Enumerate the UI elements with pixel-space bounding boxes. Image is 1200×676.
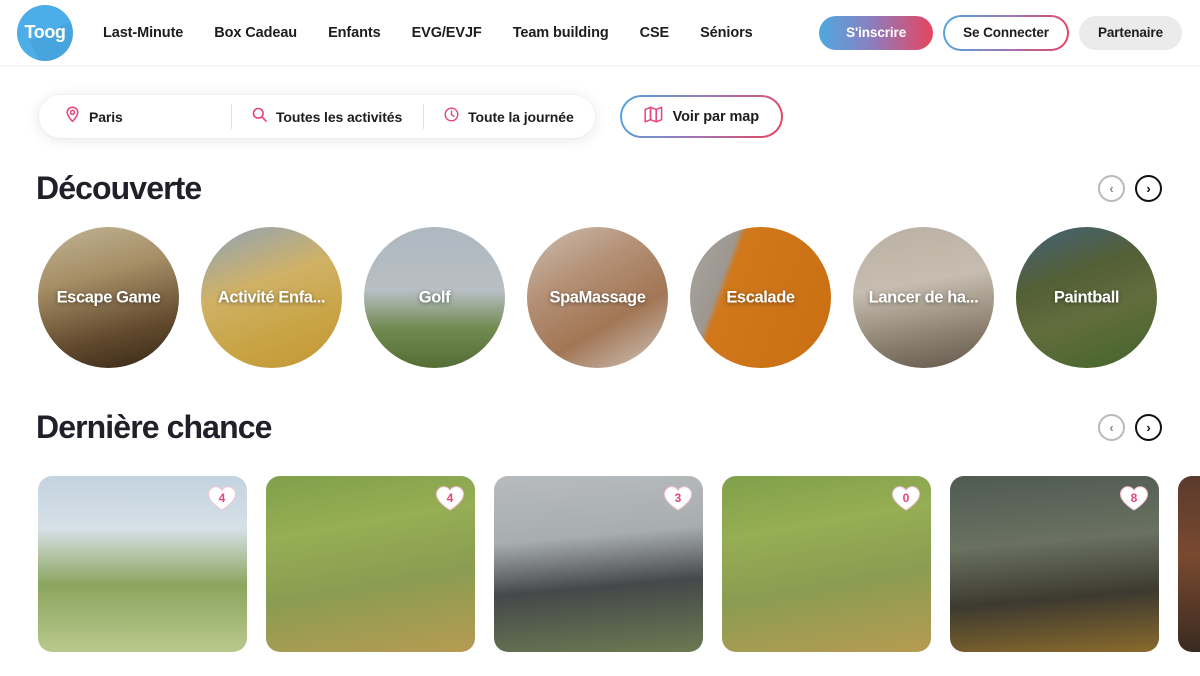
carousel-next-icon-derniere-chance[interactable]: › bbox=[1135, 414, 1162, 441]
activity-card[interactable]: 4 bbox=[266, 476, 475, 652]
nav-item-enfants[interactable]: Enfants bbox=[328, 25, 381, 41]
heart-badge-icon: 8 bbox=[1119, 485, 1149, 512]
map-pin-icon bbox=[65, 105, 80, 128]
nav-item-evg-evjf[interactable]: EVG/EVJF bbox=[412, 25, 482, 41]
nav-item-box-cadeau[interactable]: Box Cadeau bbox=[214, 25, 297, 41]
page-title-decouverte: Découverte bbox=[36, 170, 202, 206]
search-bar: Paris Toutes les activités Toute la jour… bbox=[39, 95, 595, 138]
search-location-value: Paris bbox=[89, 108, 123, 125]
category-item[interactable]: SpaMassage bbox=[527, 227, 668, 368]
category-label: Activité Enfa... bbox=[217, 288, 326, 306]
toog-logo[interactable]: Toog bbox=[17, 4, 73, 61]
heart-badge-count: 4 bbox=[446, 490, 454, 505]
category-label: Golf bbox=[418, 288, 451, 306]
heart-badge-icon: 4 bbox=[207, 485, 237, 512]
search-activity-field[interactable]: Toutes les activités bbox=[231, 95, 423, 138]
search-icon bbox=[252, 107, 267, 127]
category-label: Lancer de ha... bbox=[868, 288, 979, 306]
search-time-field[interactable]: Toute la journée bbox=[423, 95, 595, 138]
activity-card-carousel: 4 4 3 0 8 bbox=[0, 446, 1200, 652]
heart-badge-count: 3 bbox=[674, 490, 682, 505]
search-activity-value: Toutes les activités bbox=[276, 108, 403, 125]
category-item[interactable]: Escape Game bbox=[38, 227, 179, 368]
view-map-label: Voir par map bbox=[672, 108, 760, 125]
section-decouverte: Découverte ‹ › Escape Game Activité Enfa… bbox=[0, 170, 1200, 368]
category-item[interactable]: Paintball bbox=[1016, 227, 1157, 368]
category-label: Paintball bbox=[1053, 288, 1120, 306]
logo-text: Toog bbox=[24, 22, 66, 42]
activity-card[interactable]: 8 bbox=[950, 476, 1159, 652]
nav-item-seniors[interactable]: Séniors bbox=[700, 25, 753, 41]
nav-item-last-minute[interactable]: Last-Minute bbox=[103, 25, 183, 41]
heart-badge-count: 4 bbox=[218, 490, 226, 505]
carousel-prev-icon-decouverte[interactable]: ‹ bbox=[1098, 175, 1125, 202]
heart-badge-count: 0 bbox=[902, 490, 910, 505]
heart-badge-icon: 3 bbox=[663, 485, 693, 512]
carousel-controls-decouverte: ‹ › bbox=[1098, 175, 1162, 202]
category-label: Escape Game bbox=[56, 288, 161, 306]
view-map-button[interactable]: Voir par map bbox=[620, 95, 783, 138]
category-label: SpaMassage bbox=[549, 288, 646, 306]
category-label: Escalade bbox=[726, 288, 795, 306]
section-decouverte-header: Découverte ‹ › bbox=[0, 170, 1200, 207]
site-header: Toog Last-Minute Box Cadeau Enfants EVG/… bbox=[0, 0, 1200, 65]
signup-button[interactable]: S'inscrire bbox=[819, 15, 934, 50]
category-item[interactable]: Activité Enfa... bbox=[201, 227, 342, 368]
main-navigation: Last-Minute Box Cadeau Enfants EVG/EVJF … bbox=[103, 25, 753, 41]
search-zone: Paris Toutes les activités Toute la jour… bbox=[0, 65, 1200, 138]
activity-card[interactable]: 3 bbox=[494, 476, 703, 652]
category-item[interactable]: Golf bbox=[364, 227, 505, 368]
nav-item-cse[interactable]: CSE bbox=[640, 25, 670, 41]
activity-card[interactable] bbox=[1178, 476, 1200, 652]
map-icon bbox=[644, 106, 663, 128]
heart-badge-icon: 0 bbox=[891, 485, 921, 512]
category-carousel: Escape Game Activité Enfa... Golf SpaMas… bbox=[0, 207, 1200, 368]
search-time-value: Toute la journée bbox=[468, 108, 574, 125]
section-derniere-chance-header: Dernière chance ‹ › bbox=[0, 409, 1200, 446]
carousel-next-icon-decouverte[interactable]: › bbox=[1135, 175, 1162, 202]
activity-card[interactable]: 4 bbox=[38, 476, 247, 652]
activity-card[interactable]: 0 bbox=[722, 476, 931, 652]
nav-item-team-building[interactable]: Team building bbox=[513, 25, 609, 41]
carousel-controls-derniere-chance: ‹ › bbox=[1098, 414, 1162, 441]
partner-button[interactable]: Partenaire bbox=[1078, 15, 1182, 50]
login-button[interactable]: Se Connecter bbox=[943, 15, 1069, 51]
carousel-prev-icon-derniere-chance[interactable]: ‹ bbox=[1098, 414, 1125, 441]
page-title-derniere-chance: Dernière chance bbox=[36, 409, 272, 445]
heart-badge-icon: 4 bbox=[435, 485, 465, 512]
heart-badge-count: 8 bbox=[1130, 490, 1138, 505]
search-location-field[interactable]: Paris bbox=[39, 95, 231, 138]
category-item[interactable]: Escalade bbox=[690, 227, 831, 368]
section-derniere-chance: Dernière chance ‹ › 4 4 3 0 8 bbox=[0, 409, 1200, 652]
header-actions: S'inscrire Se Connecter Partenaire bbox=[819, 15, 1182, 51]
clock-icon bbox=[444, 106, 459, 127]
category-item[interactable]: Lancer de ha... bbox=[853, 227, 994, 368]
